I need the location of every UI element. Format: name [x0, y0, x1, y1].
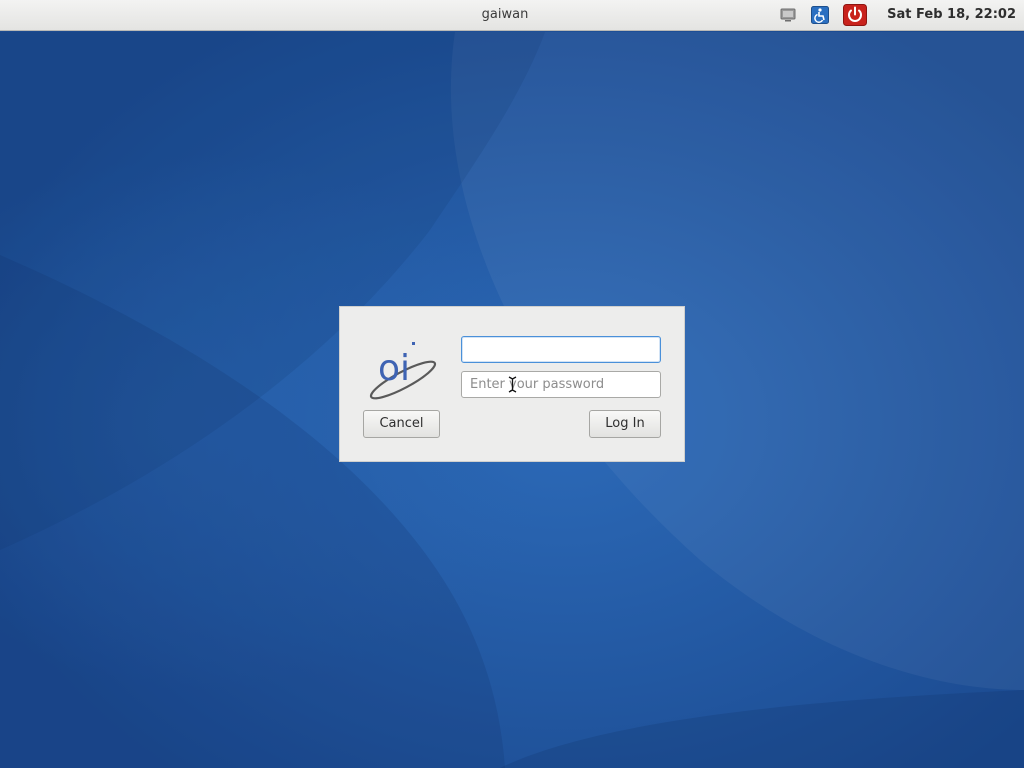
power-icon[interactable] — [843, 4, 867, 26]
clock[interactable]: Sat Feb 18, 22:02 — [887, 7, 1016, 22]
desktop: gaiwan Sat Feb 18, 22:02 oi Cancel Log I… — [0, 0, 1024, 768]
login-button[interactable]: Log In — [589, 410, 661, 438]
cancel-button[interactable]: Cancel — [363, 410, 440, 438]
username-input[interactable] — [461, 336, 661, 363]
text-cursor-icon — [508, 376, 517, 393]
accessibility-icon[interactable] — [808, 4, 832, 26]
password-input[interactable] — [461, 371, 661, 398]
display-icon[interactable] — [776, 4, 800, 26]
top-panel: gaiwan Sat Feb 18, 22:02 — [0, 0, 1024, 31]
svg-text:oi: oi — [378, 348, 410, 389]
openindiana-logo: oi — [369, 342, 437, 400]
